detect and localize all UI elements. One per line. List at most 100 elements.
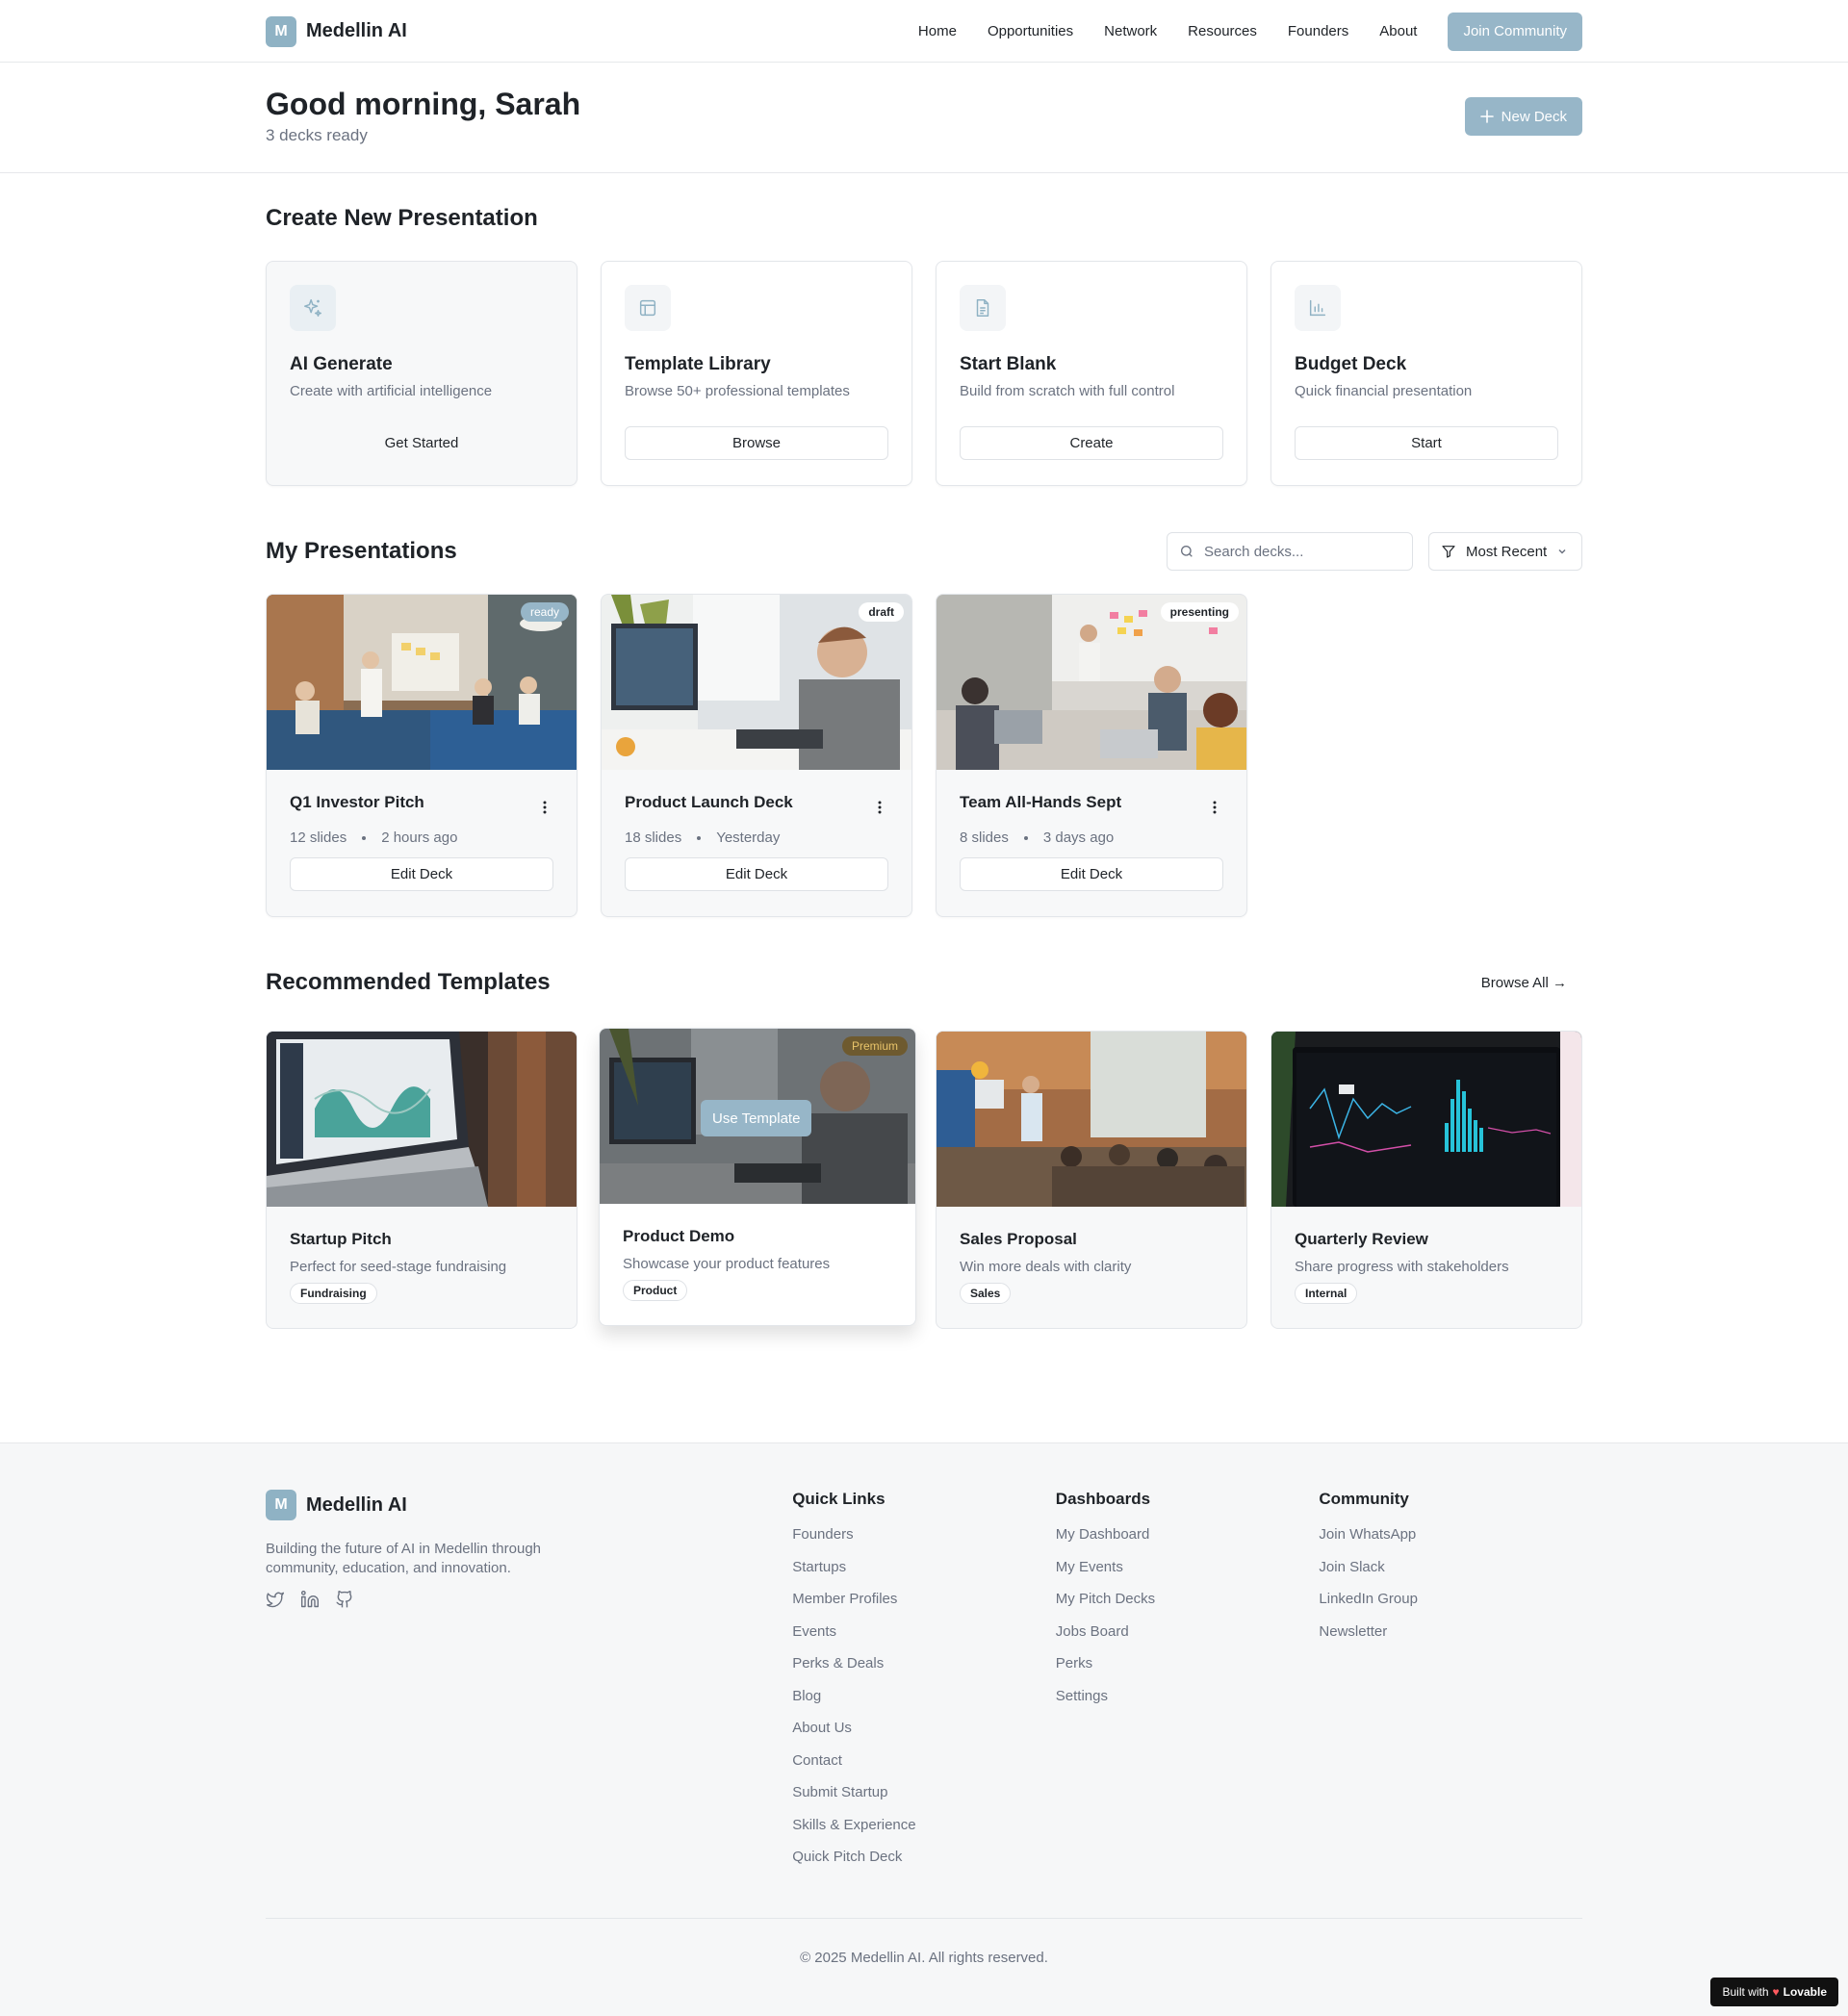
- more-vertical-icon[interactable]: [871, 799, 888, 816]
- footer-link-jobs-board[interactable]: Jobs Board: [1056, 1616, 1320, 1648]
- bar-chart-icon: [1295, 285, 1341, 331]
- nav-link-network[interactable]: Network: [1104, 23, 1157, 39]
- premium-badge: Premium: [841, 1036, 908, 1056]
- footer-link-perks-deals[interactable]: Perks & Deals: [792, 1647, 1056, 1680]
- footer-link-contact[interactable]: Contact: [792, 1745, 1056, 1777]
- twitter-icon[interactable]: [266, 1590, 285, 1609]
- template-card-sales-proposal[interactable]: Sales Proposal Win more deals with clari…: [936, 1031, 1247, 1329]
- create-card-start-blank[interactable]: Start Blank Build from scratch with full…: [936, 261, 1247, 486]
- footer-link-newsletter[interactable]: Newsletter: [1319, 1616, 1582, 1648]
- slide-count: 18 slides: [625, 829, 682, 846]
- footer-link-founders[interactable]: Founders: [792, 1518, 1056, 1551]
- footer-link-member-profiles[interactable]: Member Profiles: [792, 1583, 1056, 1616]
- new-deck-button[interactable]: New Deck: [1464, 97, 1582, 136]
- footer-column-title: Quick Links: [792, 1490, 886, 1508]
- layout-icon: [625, 285, 671, 331]
- template-title: Product Demo: [623, 1227, 735, 1245]
- site-footer: M Medellin AI Building the future of AI …: [0, 1442, 1848, 2016]
- create-card-budget-deck[interactable]: Budget Deck Quick financial presentation…: [1270, 261, 1582, 486]
- footer-link-events[interactable]: Events: [792, 1616, 1056, 1648]
- nav-link-founders[interactable]: Founders: [1288, 23, 1348, 39]
- footer-link-join-whatsapp[interactable]: Join WhatsApp: [1319, 1518, 1582, 1551]
- built-with-lovable-badge[interactable]: Built with ♥ Lovable: [1710, 1978, 1838, 2006]
- deck-thumbnail[interactable]: ready: [267, 595, 577, 770]
- linkedin-icon[interactable]: [300, 1590, 320, 1609]
- create-card-template-library[interactable]: Template Library Browse 50+ professional…: [601, 261, 912, 486]
- browse-all-link[interactable]: Browse All →: [1481, 975, 1582, 991]
- plus-icon: [1479, 110, 1494, 123]
- edit-deck-button[interactable]: Edit Deck: [960, 857, 1223, 891]
- edit-deck-button[interactable]: Edit Deck: [625, 857, 888, 891]
- template-card-quarterly-review[interactable]: Quarterly Review Share progress with sta…: [1270, 1031, 1582, 1329]
- filter-icon: [1442, 546, 1455, 558]
- search-decks-input[interactable]: Search decks...: [1167, 532, 1413, 571]
- footer-link-perks[interactable]: Perks: [1056, 1647, 1320, 1680]
- create-button[interactable]: Create: [960, 426, 1223, 460]
- footer-link-settings[interactable]: Settings: [1056, 1680, 1320, 1713]
- use-template-button[interactable]: Use Template: [701, 1100, 812, 1136]
- recommended-templates-section: Recommended Templates Browse All → Start…: [266, 917, 1582, 1329]
- footer-brand[interactable]: M Medellin AI: [266, 1490, 792, 1520]
- create-section: Create New Presentation AI Generate Crea…: [266, 173, 1582, 486]
- footer-community: Community Join WhatsApp Join Slack Linke…: [1319, 1490, 1582, 1874]
- browse-button[interactable]: Browse: [625, 426, 888, 460]
- updated-time: 2 hours ago: [381, 829, 458, 846]
- greeting-header: Good morning, Sarah 3 decks ready New De…: [0, 63, 1848, 173]
- get-started-button[interactable]: Get Started: [290, 426, 553, 460]
- github-icon[interactable]: [335, 1590, 354, 1609]
- more-vertical-icon[interactable]: [536, 799, 553, 816]
- nav-link-home[interactable]: Home: [918, 23, 957, 39]
- card-title: Budget Deck: [1295, 354, 1407, 374]
- footer-link-my-events[interactable]: My Events: [1056, 1551, 1320, 1584]
- deck-thumbnail[interactable]: draft: [602, 595, 911, 770]
- footer-description: Building the future of AI in Medellin th…: [266, 1541, 542, 1576]
- template-tag: Product: [623, 1280, 688, 1301]
- deck-card-product-launch-deck: draft Product Launch Deck 18 slides Yest…: [601, 594, 912, 917]
- search-placeholder: Search decks...: [1204, 543, 1304, 560]
- footer-link-about-us[interactable]: About Us: [792, 1712, 1056, 1745]
- template-card-product-demo[interactable]: Premium Use Template Product Demo Showca…: [599, 1028, 916, 1326]
- nav-link-about[interactable]: About: [1379, 23, 1417, 39]
- footer-dashboards: Dashboards My Dashboard My Events My Pit…: [1056, 1490, 1320, 1874]
- card-title: Template Library: [625, 354, 771, 374]
- footer-link-my-pitch-decks[interactable]: My Pitch Decks: [1056, 1583, 1320, 1616]
- footer-link-skills-experience[interactable]: Skills & Experience: [792, 1809, 1056, 1842]
- more-vertical-icon[interactable]: [1206, 799, 1223, 816]
- updated-time: Yesterday: [716, 829, 781, 846]
- deck-title: Q1 Investor Pitch: [290, 793, 424, 811]
- my-presentations-title: My Presentations: [266, 538, 457, 564]
- footer-link-startups[interactable]: Startups: [792, 1551, 1056, 1584]
- footer-link-submit-startup[interactable]: Submit Startup: [792, 1776, 1056, 1809]
- nav-link-resources[interactable]: Resources: [1188, 23, 1257, 39]
- slide-count: 12 slides: [290, 829, 347, 846]
- deck-card-team-all-hands-sept: presenting Team All-Hands Sept 8 slides …: [936, 594, 1247, 917]
- template-title: Quarterly Review: [1295, 1230, 1428, 1248]
- separator-dot: [697, 835, 702, 840]
- lovable-heart-icon: ♥: [1772, 1985, 1780, 1999]
- footer-link-quick-pitch-deck[interactable]: Quick Pitch Deck: [792, 1841, 1056, 1874]
- deck-card-q1-investor-pitch: ready Q1 Investor Pitch 12 slides 2 hour…: [266, 594, 578, 917]
- deck-thumbnail[interactable]: presenting: [937, 595, 1246, 770]
- footer-link-join-slack[interactable]: Join Slack: [1319, 1551, 1582, 1584]
- sort-dropdown[interactable]: Most Recent: [1428, 532, 1582, 571]
- logo-mark: M: [266, 1490, 296, 1520]
- join-community-button[interactable]: Join Community: [1448, 12, 1582, 51]
- my-presentations-section: My Presentations Search decks... Most Re…: [266, 486, 1582, 917]
- chevron-down-icon: [1558, 549, 1566, 554]
- logo-mark: M: [266, 15, 296, 47]
- template-card-startup-pitch[interactable]: Startup Pitch Perfect for seed-stage fun…: [266, 1031, 578, 1329]
- card-description: Browse 50+ professional templates: [625, 383, 850, 399]
- edit-deck-button[interactable]: Edit Deck: [290, 857, 553, 891]
- footer-link-blog[interactable]: Blog: [792, 1680, 1056, 1713]
- footer-link-linkedin-group[interactable]: LinkedIn Group: [1319, 1583, 1582, 1616]
- lovable-name: Lovable: [1783, 1985, 1827, 1999]
- template-title: Sales Proposal: [960, 1230, 1077, 1248]
- separator-dot: [1023, 835, 1028, 840]
- start-button[interactable]: Start: [1295, 426, 1558, 460]
- template-tag: Internal: [1295, 1283, 1358, 1304]
- search-icon: [1181, 546, 1193, 557]
- brand-logo-link[interactable]: M Medellin AI: [266, 15, 407, 47]
- footer-link-my-dashboard[interactable]: My Dashboard: [1056, 1518, 1320, 1551]
- nav-link-opportunities[interactable]: Opportunities: [988, 23, 1073, 39]
- create-card-ai-generate[interactable]: AI Generate Create with artificial intel…: [266, 261, 578, 486]
